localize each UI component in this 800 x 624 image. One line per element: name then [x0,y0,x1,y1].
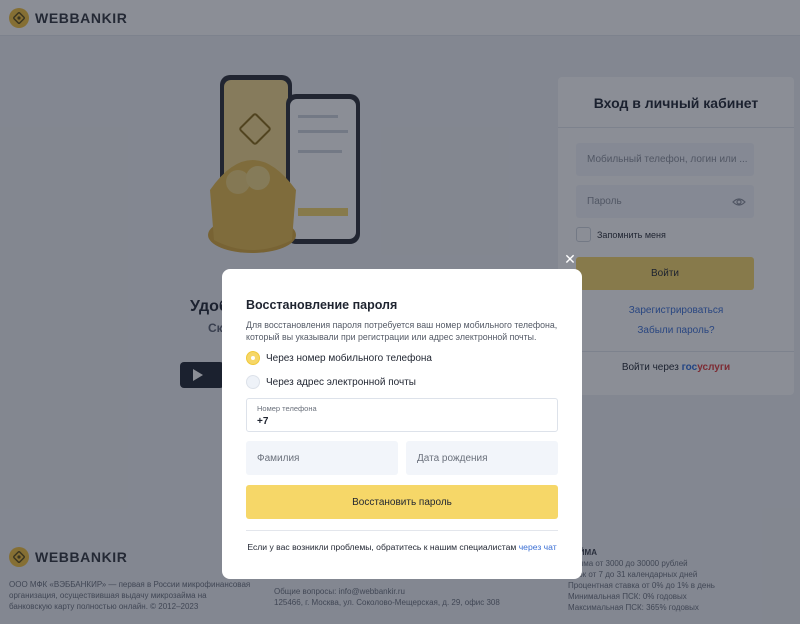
help-text: Если у вас возникли проблемы, обратитесь… [222,542,582,552]
password-recovery-modal: Восстановление пароля Для восстановления… [222,269,582,579]
radio-unchecked[interactable] [246,375,260,389]
chat-link[interactable]: через чат [519,542,557,552]
birthdate-placeholder: Дата рождения [417,452,488,464]
option-email-label: Через адрес электронной почты [266,376,416,388]
modal-description: Для восстановления пароля потребуется ва… [246,320,558,342]
modal-title: Восстановление пароля [246,298,398,312]
restore-password-button[interactable]: Восстановить пароль [246,485,558,519]
option-phone[interactable]: Через номер мобильного телефона [246,351,432,365]
help-text-body: Если у вас возникли проблемы, обратитесь… [247,542,517,552]
lastname-placeholder: Фамилия [257,452,300,464]
option-email[interactable]: Через адрес электронной почты [246,375,416,389]
option-phone-label: Через номер мобильного телефона [266,352,432,364]
radio-checked[interactable] [246,351,260,365]
phone-field-label: Номер телефона [257,404,317,413]
birthdate-input[interactable]: Дата рождения [406,441,558,475]
phone-field[interactable]: Номер телефона +7 [246,398,558,432]
close-icon[interactable]: ✕ [563,252,577,266]
phone-field-value: +7 [257,416,269,427]
lastname-input[interactable]: Фамилия [246,441,398,475]
divider [246,530,558,531]
